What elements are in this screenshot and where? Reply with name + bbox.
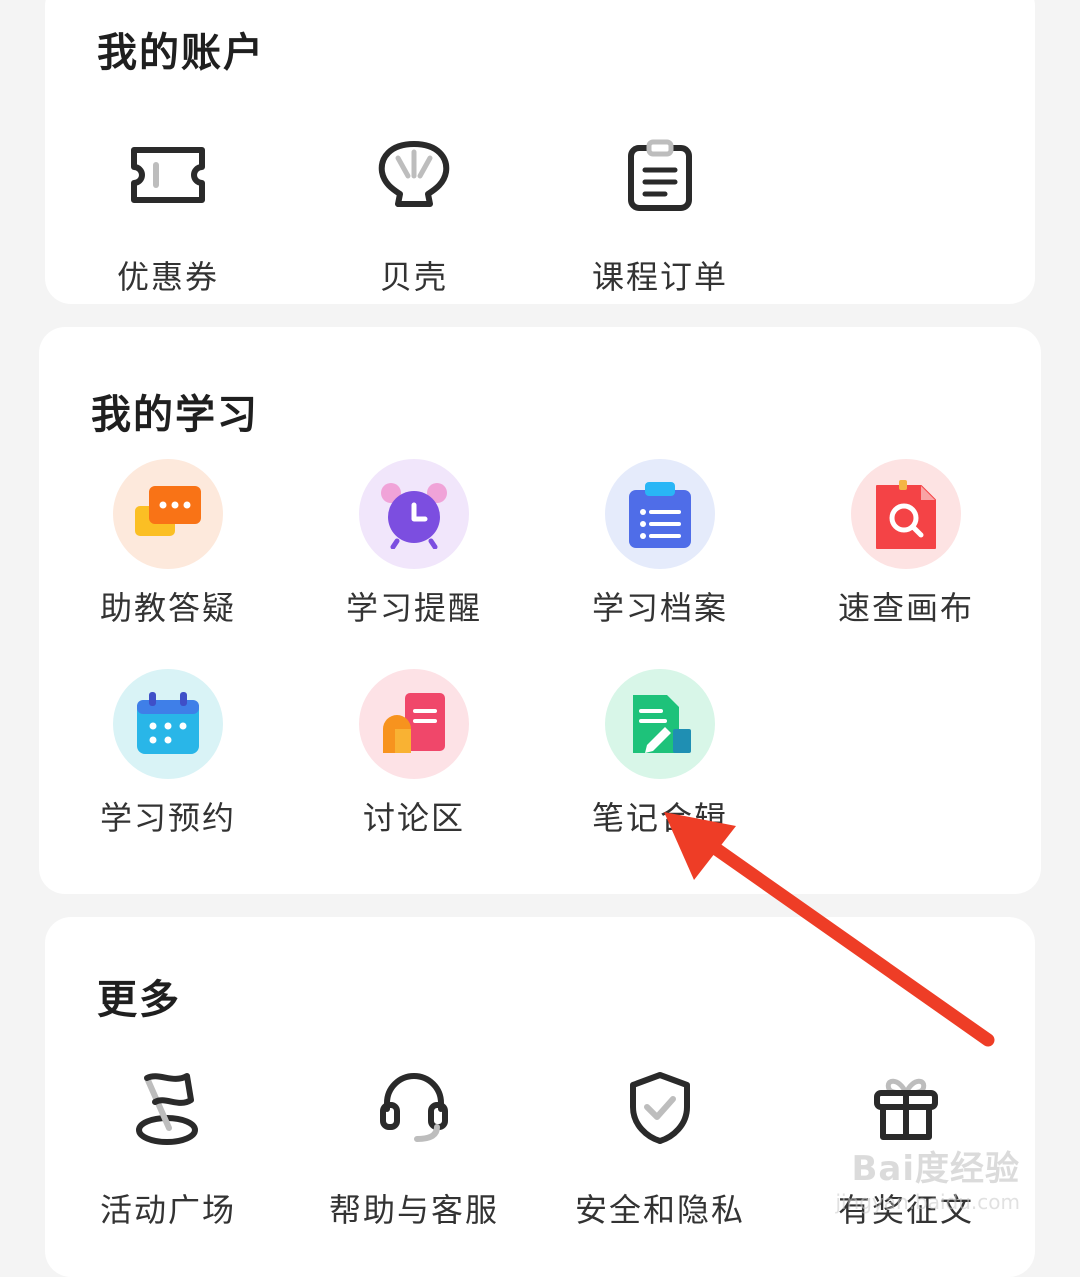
quick-canvas-item[interactable]: 速查画布 (783, 459, 1029, 629)
flag-icon (113, 1053, 223, 1163)
coupon-label: 优惠券 (116, 258, 219, 296)
activity-square-label: 活动广场 (99, 1191, 236, 1229)
study-archive-item[interactable]: 学习档案 (537, 459, 783, 629)
notes-collection-item[interactable]: 笔记合辑 (537, 669, 783, 839)
archive-list-icon (605, 459, 715, 569)
clipboard-icon (605, 120, 715, 230)
discussion-item[interactable]: 讨论区 (291, 669, 537, 839)
activity-square-item[interactable]: 活动广场 (45, 1053, 291, 1231)
shell-icon (359, 120, 469, 230)
account-title: 我的账户 (97, 30, 265, 76)
study-reminder-item[interactable]: 学习提醒 (291, 459, 537, 629)
study-archive-label: 学习档案 (591, 589, 728, 627)
more-title: 更多 (97, 977, 181, 1023)
security-privacy-label: 安全和隐私 (574, 1191, 745, 1229)
chat-bubbles-icon (113, 459, 223, 569)
shell-label: 贝壳 (379, 258, 448, 296)
help-service-label: 帮助与客服 (328, 1191, 499, 1229)
help-service-item[interactable]: 帮助与客服 (291, 1053, 537, 1231)
notes-icon (605, 669, 715, 779)
study-booking-label: 学习预约 (99, 799, 236, 837)
ta-qa-item[interactable]: 助教答疑 (45, 459, 291, 629)
account-card: 我的账户 优惠券 贝壳 课程订单 (45, 0, 1035, 304)
quick-canvas-label: 速查画布 (837, 589, 974, 627)
shell-item[interactable]: 贝壳 (291, 120, 537, 298)
study-reminder-label: 学习提醒 (345, 589, 482, 627)
more-card: 更多 活动广场 帮助与客服 安全和隐私 有奖征文 (45, 917, 1035, 1277)
coupon-item[interactable]: 优惠券 (45, 120, 291, 298)
discussion-label: 讨论区 (362, 799, 465, 837)
alarm-clock-icon (359, 459, 469, 569)
shield-check-icon (605, 1053, 715, 1163)
watermark-url: jingyan.baidu.com (835, 1190, 1020, 1214)
security-privacy-item[interactable]: 安全和隐私 (537, 1053, 783, 1231)
study-booking-item[interactable]: 学习预约 (45, 669, 291, 839)
watermark-main: Bai度经验 (851, 1149, 1020, 1189)
watermark: Bai度经验 jingyan.baidu.com (835, 1141, 1020, 1214)
calendar-icon (113, 669, 223, 779)
notes-collection-label: 笔记合辑 (591, 799, 728, 837)
course-order-label: 课程订单 (591, 258, 728, 296)
headset-icon (359, 1053, 469, 1163)
search-document-icon (851, 459, 961, 569)
ta-qa-label: 助教答疑 (99, 589, 236, 627)
learning-title: 我的学习 (91, 392, 259, 438)
ticket-icon (113, 120, 223, 230)
discussion-icon (359, 669, 469, 779)
course-order-item[interactable]: 课程订单 (537, 120, 783, 298)
learning-card: 我的学习 助教答疑 学习提醒 学习档案 速查画布 学习预约 讨论区 笔记合辑 (39, 327, 1041, 894)
